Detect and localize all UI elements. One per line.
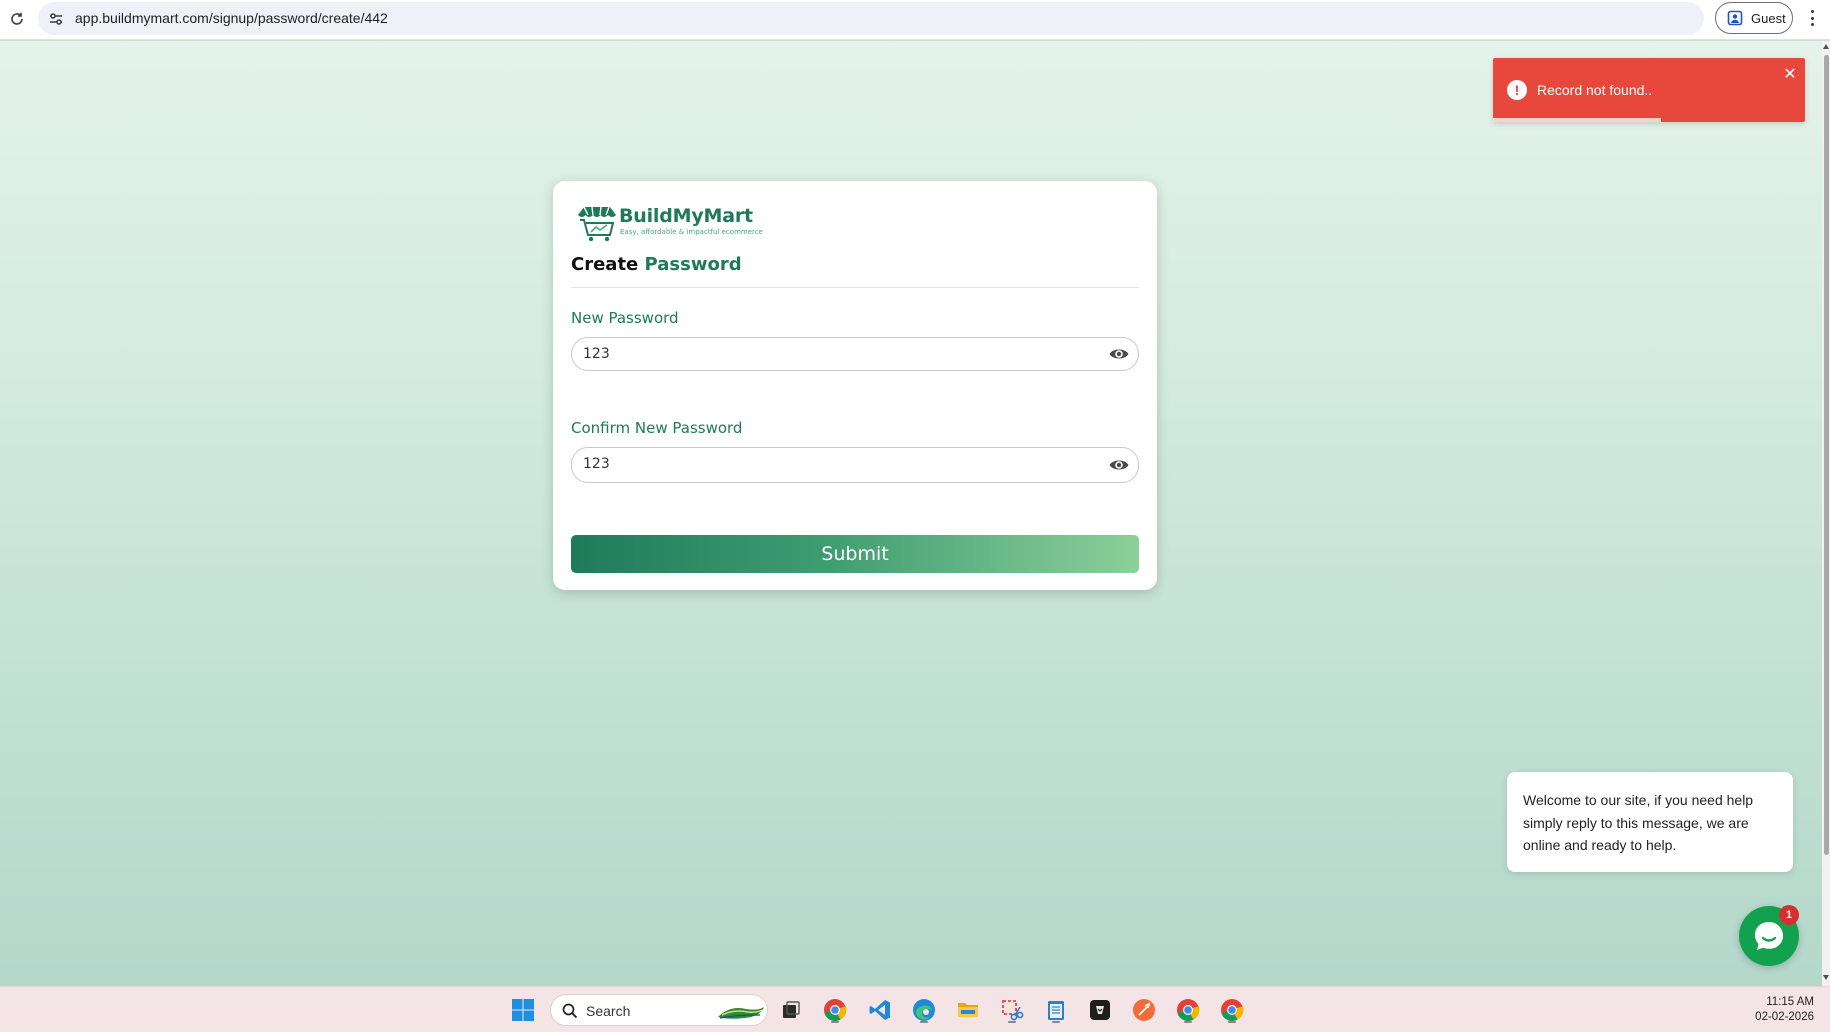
address-bar[interactable]: app.buildmymart.com/signup/password/crea…: [38, 2, 1704, 35]
error-toast: ! Record not found.. ✕: [1493, 58, 1805, 122]
error-icon: !: [1507, 80, 1527, 100]
site-settings-icon[interactable]: [47, 10, 65, 28]
toast-message: Record not found..: [1537, 82, 1653, 98]
show-confirm-password-eye-icon[interactable]: [1108, 456, 1130, 474]
search-icon: [562, 1003, 578, 1019]
search-highlight-icon: [718, 1007, 764, 1019]
file-explorer-icon[interactable]: [953, 995, 983, 1025]
profile-button[interactable]: Guest: [1715, 2, 1793, 34]
divider: [571, 287, 1139, 288]
new-password-field: [571, 337, 1139, 371]
confirm-password-field: [571, 447, 1139, 483]
scroll-down-icon[interactable]: [1823, 975, 1829, 980]
brand-tagline: Easy, affordable & impactful ecommerce: [620, 228, 763, 236]
browser-menu-icon[interactable]: [1806, 8, 1818, 28]
chrome-icon[interactable]: [1173, 995, 1203, 1025]
clock-date: 02-02-2026: [1755, 1011, 1814, 1023]
task-view-icon[interactable]: [776, 995, 806, 1025]
browser-toolbar: app.buildmymart.com/signup/password/crea…: [0, 0, 1830, 40]
scroll-up-icon[interactable]: [1823, 44, 1829, 49]
confirm-password-input[interactable]: [583, 448, 1083, 480]
chat-welcome-bubble[interactable]: Welcome to our site, if you need help si…: [1507, 772, 1793, 872]
submit-button[interactable]: Submit: [571, 535, 1139, 573]
new-password-label: New Password: [571, 309, 679, 327]
create-password-card: BuildMyMart Easy, affordable & impactful…: [553, 181, 1157, 590]
profile-icon: [1727, 10, 1743, 26]
profile-label: Guest: [1751, 10, 1786, 26]
windows-taskbar: Search 11:15 AM 02-02-2026: [0, 986, 1830, 1032]
title-part-password: Password: [644, 254, 742, 275]
postman-icon[interactable]: [1129, 995, 1159, 1025]
start-icon[interactable]: [508, 995, 538, 1025]
edge-icon[interactable]: [909, 995, 939, 1025]
clock-time: 11:15 AM: [1766, 996, 1814, 1008]
chat-welcome-message: Welcome to our site, if you need help si…: [1523, 792, 1754, 853]
notepad-icon[interactable]: [1041, 995, 1071, 1025]
scrollbar-thumb[interactable]: [1824, 55, 1829, 855]
close-icon[interactable]: ✕: [1783, 67, 1797, 83]
brand-name: BuildMyMart: [619, 205, 753, 227]
vscode-icon[interactable]: [865, 995, 895, 1025]
chrome-icon[interactable]: [1217, 995, 1247, 1025]
toast-progress-bar: [1493, 118, 1662, 122]
reload-icon[interactable]: [4, 6, 30, 32]
url-text[interactable]: app.buildmymart.com/signup/password/crea…: [75, 10, 388, 26]
terminal-icon[interactable]: [1085, 995, 1115, 1025]
title-part-create: Create: [571, 254, 639, 275]
search-placeholder: Search: [586, 1003, 631, 1019]
system-clock[interactable]: 11:15 AM 02-02-2026: [1752, 995, 1814, 1025]
show-password-eye-icon[interactable]: [1108, 345, 1130, 363]
new-password-input[interactable]: [583, 338, 1083, 370]
confirm-password-label: Confirm New Password: [571, 419, 743, 437]
snipping-tool-icon[interactable]: [997, 995, 1027, 1025]
page-title: Create Password: [571, 254, 742, 275]
chrome-icon[interactable]: [820, 995, 850, 1025]
taskbar-search[interactable]: Search: [550, 994, 768, 1026]
unread-badge: 1: [1779, 905, 1799, 925]
